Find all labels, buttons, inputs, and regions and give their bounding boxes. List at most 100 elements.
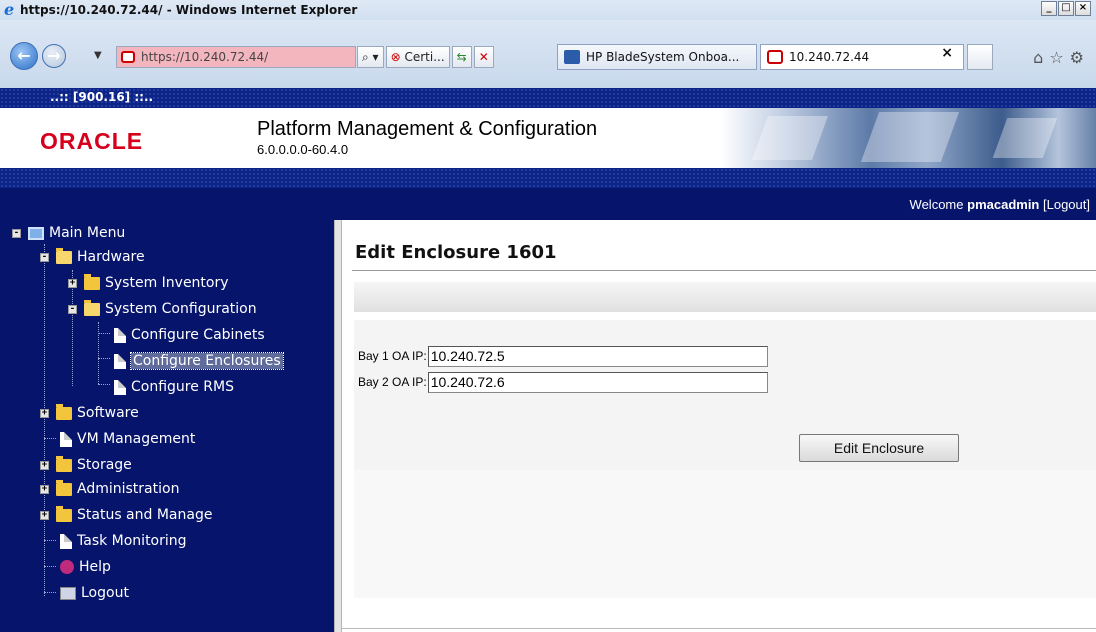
window-title: https://10.240.72.44/ - Windows Internet… [20,3,358,17]
tree-connector [44,592,56,593]
oracle-logo: ORACLE [40,128,144,154]
main-content: Edit Enclosure 1601 Bay 1 OA IP: Bay 2 O… [342,220,1096,632]
tree-item-configure-rms[interactable]: Configure RMS [114,376,234,398]
tree-item-configure-enclosures[interactable]: Configure Enclosures [114,350,284,372]
title-divider [352,270,1096,271]
tree-connector [44,438,56,439]
tree-connector [98,384,110,385]
folder-icon [56,505,72,522]
hp-logo-icon [564,50,580,64]
folder-icon [84,273,100,290]
address-tools: ⌕ ▾ ⊗ Certi... ⇆ ✕ [357,46,494,68]
tree-item-logout[interactable]: Logout [60,582,129,604]
site-favicon-icon [121,51,135,63]
tree-label: Configure Enclosures [130,352,284,370]
tree-label: Hardware [77,249,145,265]
document-icon [114,379,126,395]
tree-label: Logout [81,585,129,601]
expand-icon[interactable]: + [40,460,49,470]
folder-icon [56,455,72,472]
tab-current[interactable]: 10.240.72.44 × [760,44,964,70]
logout-link[interactable]: [Logout] [1043,197,1090,212]
tree-item-software[interactable]: + Software [40,402,139,424]
tree-item-task-monitoring[interactable]: Task Monitoring [60,530,187,552]
tree-item-system-inventory[interactable]: + System Inventory [68,272,229,294]
username: pmacadmin [967,197,1040,212]
open-folder-icon [84,299,100,316]
toolbar-icons: ⌂☆⚙ [1033,48,1090,67]
site-favicon-icon [767,50,783,64]
tree-label: Task Monitoring [77,533,187,549]
pane-splitter[interactable] [334,220,342,632]
refresh-icon[interactable]: ⇆ [451,46,472,68]
browser-navbar: ← → ▼ https://10.240.72.44/ ⌕ ▾ ⊗ Certi.… [0,20,1096,88]
edit-enclosure-button[interactable]: Edit Enclosure [799,434,959,462]
expand-icon[interactable]: + [40,408,49,418]
tree-label: System Inventory [105,275,229,291]
address-bar[interactable]: https://10.240.72.44/ [116,46,356,68]
tree-connector [44,566,56,567]
tree-item-vm-management[interactable]: VM Management [60,428,195,450]
help-icon [60,560,74,574]
new-tab-button[interactable] [967,44,993,70]
tree-item-system-configuration[interactable]: - System Configuration [68,298,257,320]
minimize-button[interactable]: _ [1041,1,1057,16]
home-icon[interactable]: ⌂ [1033,48,1049,67]
close-tab-icon[interactable]: × [941,45,953,61]
tree-label: Help [79,559,111,575]
tab-hp-bladesystem[interactable]: HP BladeSystem Onboa... [557,44,757,70]
cert-label: Certi... [404,50,445,64]
bay2-oa-ip-input[interactable] [427,371,768,393]
document-icon [60,431,72,447]
tab-label: 10.240.72.44 [789,50,870,64]
tree-item-configure-cabinets[interactable]: Configure Cabinets [114,324,265,346]
tree-label: Main Menu [49,225,126,241]
internet-explorer-icon: e [4,0,15,19]
bay2-row: Bay 2 OA IP: [358,371,768,393]
bay2-label: Bay 2 OA IP: [358,375,427,389]
forward-button[interactable]: → [42,44,66,68]
close-window-button[interactable]: × [1075,1,1091,16]
app-title: Platform Management & Configuration [257,118,598,140]
expand-icon[interactable]: + [40,510,49,520]
collapse-icon[interactable]: - [12,228,21,238]
gear-icon[interactable]: ⚙ [1070,48,1090,67]
computer-icon [28,226,44,240]
bay1-oa-ip-input[interactable] [427,345,768,367]
toolbar-strip [354,282,1096,312]
bay1-row: Bay 1 OA IP: [358,345,768,367]
tree-label: VM Management [77,431,196,447]
address-text: https://10.240.72.44/ [141,50,269,64]
favorites-icon[interactable]: ☆ [1049,48,1069,67]
tree-label: Configure RMS [131,379,234,395]
tree-label: Status and Manage [77,507,213,523]
welcome-bar: Welcome pmacadmin [Logout] [0,188,1096,220]
tree-item-main-menu[interactable]: - Main Menu [12,222,125,244]
folder-icon [56,479,72,496]
tree-item-storage[interactable]: + Storage [40,454,132,476]
tree-label: Storage [77,457,132,473]
app-header: ORACLE Platform Management & Configurati… [0,108,1096,168]
expand-icon[interactable]: + [40,484,49,494]
app-version: 6.0.0.0.0-60.4.0 [257,142,349,157]
back-button[interactable]: ← [10,42,38,70]
document-icon [114,327,126,343]
search-icon[interactable]: ⌕ ▾ [357,46,384,68]
tree-item-hardware[interactable]: - Hardware [40,246,145,268]
tree-label: System Configuration [105,301,257,317]
header-banner-image [720,108,1096,168]
collapse-icon[interactable]: - [68,304,77,314]
tree-label: Configure Cabinets [131,327,265,343]
certificate-error-button[interactable]: ⊗ Certi... [385,46,450,68]
form-footer-area [354,470,1096,598]
maximize-button[interactable]: □ [1058,1,1074,16]
stop-icon[interactable]: ✕ [473,46,494,68]
content-bottom-border [342,628,1096,629]
tree-item-administration[interactable]: + Administration [40,478,179,500]
node-band: ..:: [900.16] ::.. [0,88,1096,108]
recent-pages-icon[interactable]: ▼ [94,50,102,61]
expand-icon[interactable]: + [68,278,77,288]
collapse-icon[interactable]: - [40,252,49,262]
tree-item-status-and-manage[interactable]: + Status and Manage [40,504,212,526]
tree-item-help[interactable]: Help [60,556,111,578]
